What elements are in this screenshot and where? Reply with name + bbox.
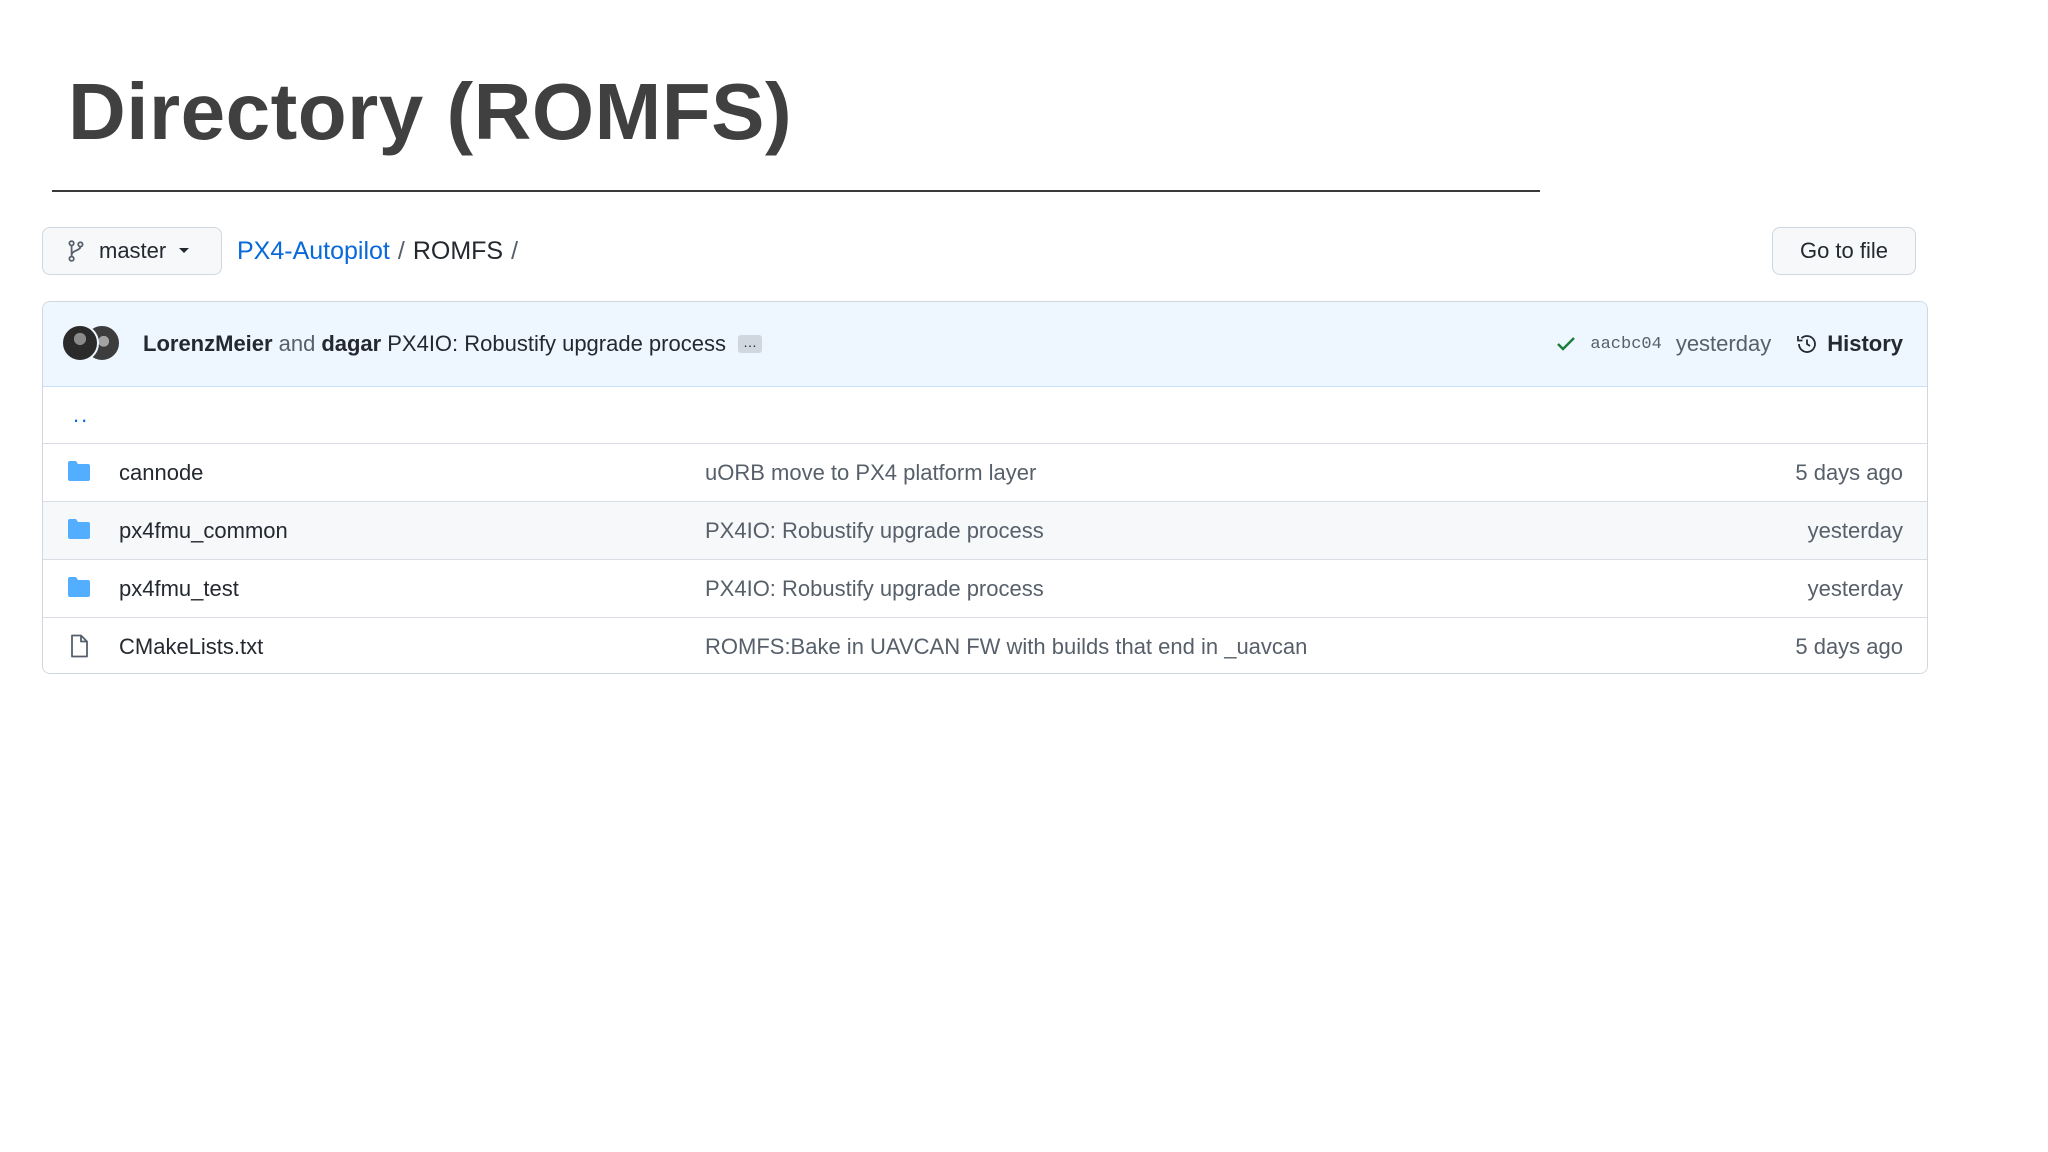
file-commit-date: yesterday	[1807, 575, 1903, 601]
parent-directory-link[interactable]: ..	[73, 402, 89, 428]
avatar-stack	[61, 324, 123, 364]
folder-icon	[68, 461, 90, 481]
parent-directory-row[interactable]: ..	[43, 387, 1927, 443]
history-link[interactable]: History	[1795, 331, 1903, 357]
history-clock-icon	[1797, 335, 1817, 353]
file-name-link[interactable]: px4fmu_test	[119, 576, 239, 602]
commit-summary: LorenzMeier and dagar PX4IO: Robustify u…	[143, 302, 762, 386]
file-commit-message-link[interactable]: PX4IO: Robustify upgrade process	[705, 518, 1044, 544]
table-row[interactable]: cannode uORB move to PX4 platform layer …	[43, 443, 1927, 501]
table-row[interactable]: CMakeLists.txt ROMFS:Bake in UAVCAN FW w…	[43, 617, 1927, 673]
file-commit-date: 5 days ago	[1795, 459, 1903, 485]
expand-commit-button[interactable]: …	[737, 335, 762, 353]
caret-down-icon	[179, 248, 190, 253]
commit-time: yesterday	[1675, 331, 1772, 356]
commit-coauthor-link[interactable]: dagar	[321, 331, 381, 357]
file-name-link[interactable]: CMakeLists.txt	[119, 634, 263, 660]
branch-select-button[interactable]: master	[42, 227, 222, 275]
file-listing: LorenzMeier and dagar PX4IO: Robustify u…	[42, 301, 1928, 674]
title-divider	[52, 190, 1540, 192]
commit-message-link[interactable]: PX4IO: Robustify upgrade process	[387, 331, 726, 357]
breadcrumb: PX4-Autopilot / ROMFS /	[237, 227, 526, 275]
commit-sha-link[interactable]: aacbc04	[1590, 335, 1661, 354]
file-commit-message-link[interactable]: ROMFS:Bake in UAVCAN FW with builds that…	[705, 634, 1307, 660]
history-label: History	[1827, 331, 1903, 356]
file-name-link[interactable]: cannode	[119, 460, 203, 486]
avatar[interactable]	[61, 324, 99, 362]
folder-icon	[68, 519, 90, 539]
branch-name: master	[99, 238, 167, 263]
breadcrumb-separator: /	[397, 236, 405, 265]
git-branch-icon	[68, 240, 84, 262]
breadcrumb-repo-link[interactable]: PX4-Autopilot	[237, 237, 390, 266]
go-to-file-button[interactable]: Go to file	[1772, 227, 1916, 275]
latest-commit-bar: LorenzMeier and dagar PX4IO: Robustify u…	[43, 302, 1927, 387]
commit-and-text: and	[278, 331, 316, 356]
breadcrumb-trailing-separator: /	[511, 236, 519, 265]
commit-meta: aacbc04 yesterday History	[1556, 302, 1903, 386]
table-row[interactable]: px4fmu_common PX4IO: Robustify upgrade p…	[43, 501, 1927, 559]
check-icon[interactable]	[1556, 336, 1576, 352]
repo-toolbar: master PX4-Autopilot / ROMFS / Go to fil…	[42, 227, 1916, 279]
file-icon	[71, 634, 88, 658]
slide-title: Directory (ROMFS)	[68, 67, 793, 156]
table-row[interactable]: px4fmu_test PX4IO: Robustify upgrade pro…	[43, 559, 1927, 617]
commit-author-link[interactable]: LorenzMeier	[143, 331, 273, 357]
folder-icon	[68, 577, 90, 597]
file-commit-date: 5 days ago	[1795, 633, 1903, 659]
file-commit-message-link[interactable]: PX4IO: Robustify upgrade process	[705, 576, 1044, 602]
file-name-link[interactable]: px4fmu_common	[119, 518, 288, 544]
file-commit-message-link[interactable]: uORB move to PX4 platform layer	[705, 460, 1036, 486]
file-commit-date: yesterday	[1807, 517, 1903, 543]
breadcrumb-current-dir: ROMFS	[412, 236, 504, 265]
